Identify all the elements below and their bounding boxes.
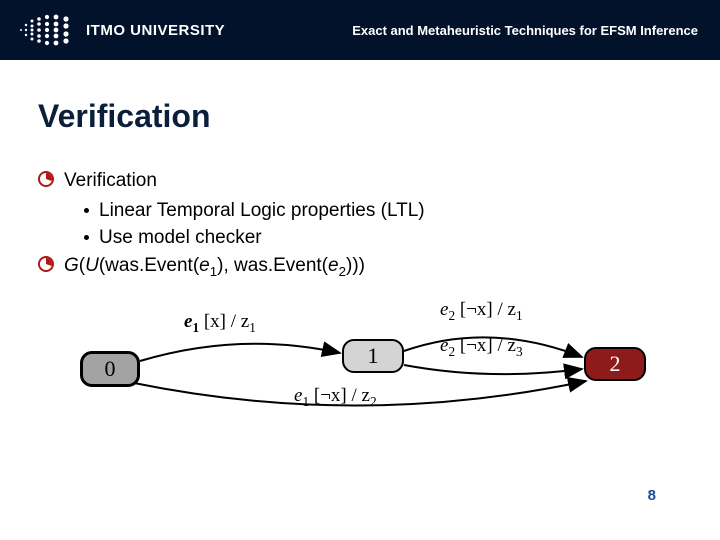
dot-bullet-icon: [84, 235, 89, 240]
bullet-text: Verification: [64, 167, 157, 195]
formula-text: G(U(was.Event(e1), was.Event(e2))): [64, 252, 365, 281]
sub-bullet-model-checker: Use model checker: [84, 224, 692, 252]
edge-label-1-2-lower: e2 [¬x] / z3: [440, 335, 523, 360]
edge-label-1-2-upper: e2 [¬x] / z1: [440, 299, 523, 324]
bullet-text: Linear Temporal Logic properties (LTL): [99, 197, 425, 225]
edge-label-0-1: e1 [x] / z1: [184, 311, 256, 336]
state-node-1: 1: [342, 339, 404, 373]
university-label: ITMO UNIVERSITY: [86, 22, 225, 39]
state-node-2: 2: [584, 347, 646, 381]
logo-block: ITMO UNIVERSITY: [16, 13, 225, 47]
bullet-verification: Verification: [38, 167, 692, 195]
dial-bullet-icon: [38, 256, 54, 272]
bullet-list: Verification Linear Temporal Logic prope…: [38, 167, 692, 281]
slide-heading: Verification: [38, 98, 692, 135]
itmo-dots-logo-icon: [16, 13, 74, 47]
dot-bullet-icon: [84, 208, 89, 213]
efsm-diagram: 0 1 2 e1 [x] / z1 e2 [¬x] / z1 e2 [¬x] /…: [80, 301, 650, 421]
bullet-text: Use model checker: [99, 224, 262, 252]
slide: ITMO UNIVERSITY Exact and Metaheuristic …: [0, 0, 720, 540]
bullet-ltl-formula: G(U(was.Event(e1), was.Event(e2))): [38, 252, 692, 281]
sub-bullet-ltl: Linear Temporal Logic properties (LTL): [84, 197, 692, 225]
slide-body: Verification Verification Linear Tempora…: [0, 60, 720, 421]
header-title: Exact and Metaheuristic Techniques for E…: [352, 23, 698, 38]
dial-bullet-icon: [38, 171, 54, 187]
state-node-0: 0: [80, 351, 140, 387]
edge-label-0-2: e1 [¬x] / z2: [294, 385, 377, 410]
page-number: 8: [648, 487, 656, 504]
top-bar: ITMO UNIVERSITY Exact and Metaheuristic …: [0, 0, 720, 60]
